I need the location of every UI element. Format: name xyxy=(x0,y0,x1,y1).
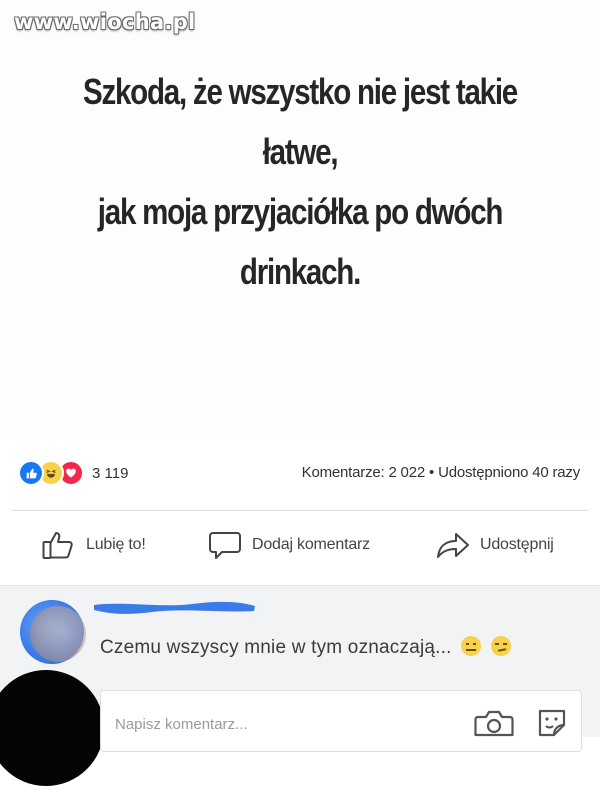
action-bar: Lubię to! Dodaj komentarz Udostępnij xyxy=(0,524,600,576)
share-button-label: Udostępnij xyxy=(480,536,554,553)
watermark: www.wiocha.pl xyxy=(14,10,196,34)
neutral-emoji-icon xyxy=(461,636,482,656)
comments-count-link[interactable]: Komentarze: 2 022 xyxy=(302,464,426,481)
quote-line: Szkoda, że wszystko nie jest takie xyxy=(83,71,518,112)
reaction-count: 3 119 xyxy=(92,464,129,482)
quote-line: łatwe, xyxy=(262,131,339,172)
speech-bubble-icon xyxy=(209,532,241,559)
quote-line: jak moja przyjaciółka po dwóch xyxy=(97,191,504,232)
shares-count-link[interactable]: Udostępniono 40 razy xyxy=(438,464,580,481)
camera-icon[interactable] xyxy=(474,709,514,739)
comment-composer[interactable] xyxy=(100,690,582,752)
comment-input[interactable] xyxy=(113,709,447,739)
separator-dot: • xyxy=(429,464,435,481)
like-button-label: Lubię to! xyxy=(86,536,146,553)
share-button[interactable]: Udostępnij xyxy=(436,530,554,560)
stats-right: Komentarze: 2 022 • Udostępniono 40 razy xyxy=(302,464,581,481)
post-image: www.wiocha.pl Szkoda, że wszystko nie je… xyxy=(0,0,600,440)
post-stats: 3 119 Komentarze: 2 022 • Udostępniono 40 … xyxy=(0,456,600,492)
reactions-summary[interactable]: 3 119 xyxy=(18,456,128,490)
smirk-emoji-icon xyxy=(490,636,511,656)
thumbs-up-icon xyxy=(42,532,73,559)
like-button[interactable]: Lubię to! xyxy=(42,530,146,560)
divider xyxy=(12,510,588,511)
like-icon xyxy=(18,460,44,486)
quote-text: Szkoda, że wszystko nie jest takie łatwe… xyxy=(79,62,522,302)
quote-line: drinkach. xyxy=(239,251,361,292)
redacted-name xyxy=(94,601,255,614)
comment-button-label: Dodaj komentarz xyxy=(252,536,370,553)
comment-text: Czemu wszyscy mnie w tym oznaczają... xyxy=(100,636,511,659)
comment-body: Czemu wszyscy mnie w tym oznaczają... xyxy=(100,637,452,658)
sticker-icon[interactable] xyxy=(536,707,568,739)
share-arrow-icon xyxy=(437,533,469,558)
comment-button[interactable]: Dodaj komentarz xyxy=(208,530,370,560)
avatar[interactable] xyxy=(30,606,86,662)
